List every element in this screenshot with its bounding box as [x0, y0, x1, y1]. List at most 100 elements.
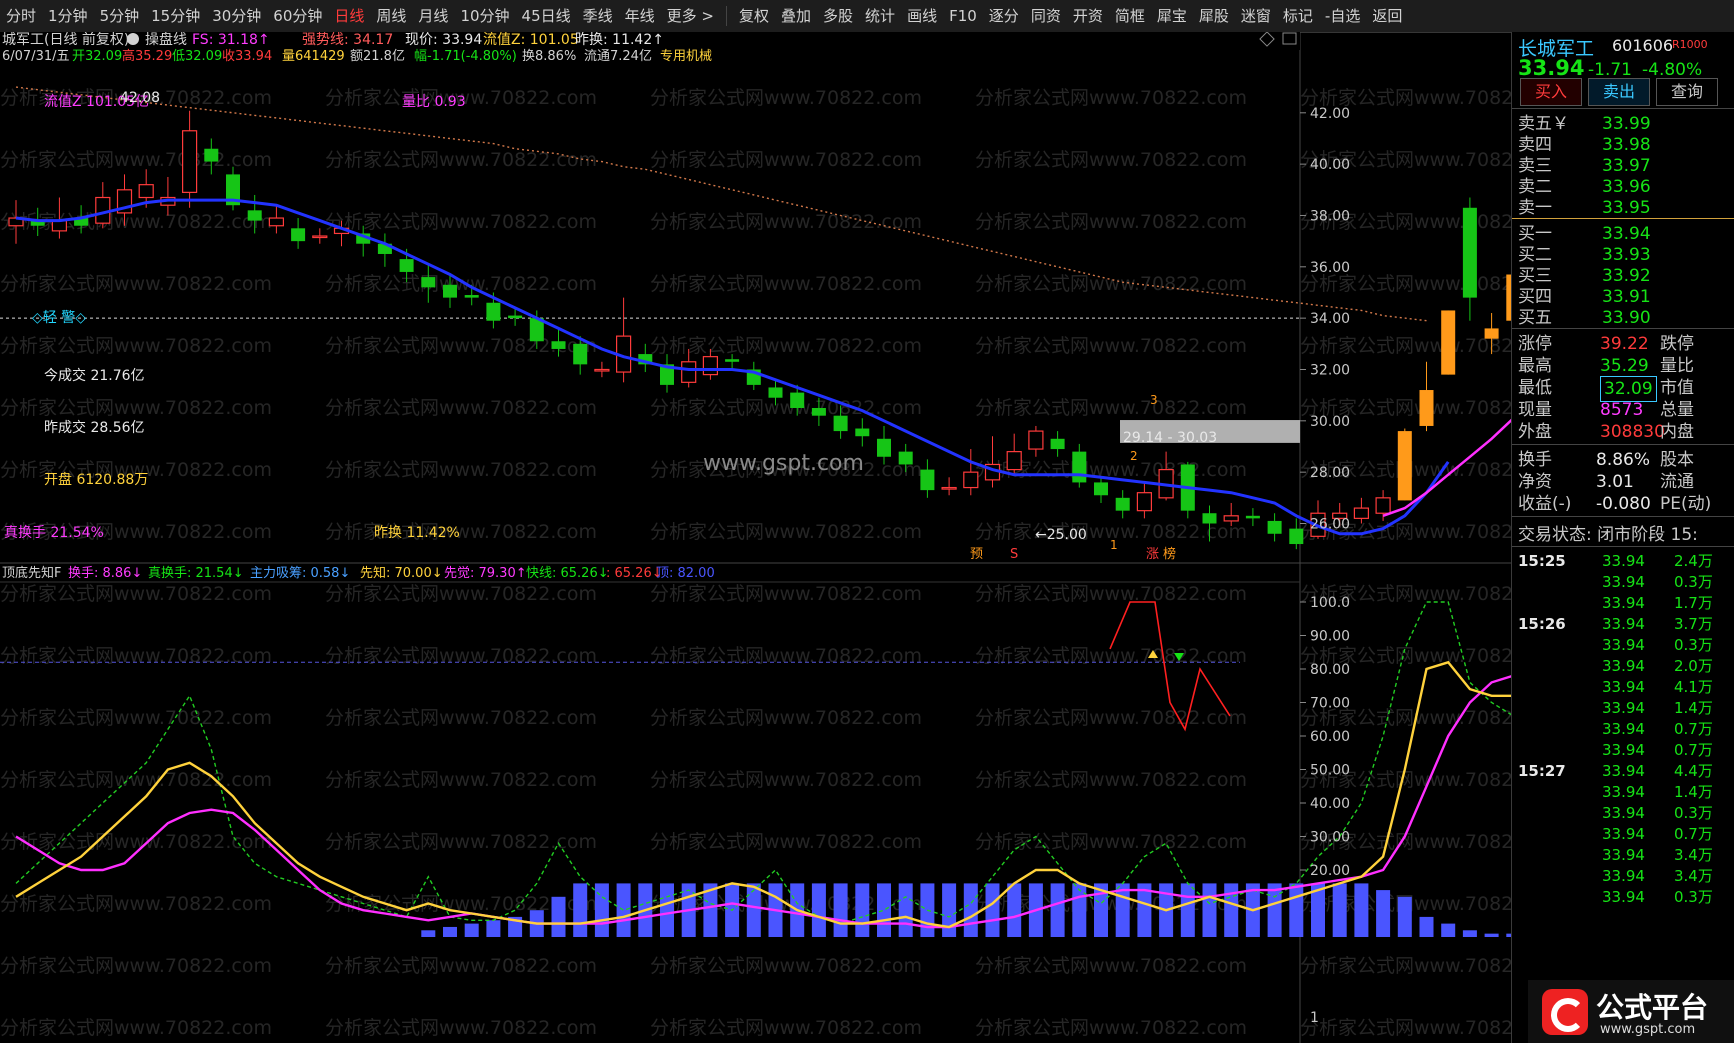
toolbar-item-23[interactable]: 简框 — [1109, 0, 1151, 32]
candle-30 — [660, 354, 674, 393]
candle-34 — [746, 361, 761, 391]
toolbar-item-22[interactable]: 开资 — [1067, 0, 1109, 32]
toolbar-item-21[interactable]: 同资 — [1025, 0, 1067, 32]
sub-header-zhen: 真换手: 21.54↓ — [148, 566, 244, 581]
watermark-text: 分析家公式网www.70822.com — [325, 707, 597, 729]
tick-row-5: 33.94 2.0万 — [1512, 656, 1734, 677]
open-amount-ann: 开盘 6120.88万 — [44, 471, 148, 488]
tick-volume: 2.0万 — [1674, 657, 1713, 675]
toolbar-item-15[interactable]: 叠加 — [775, 0, 817, 32]
sub-bar-62 — [1354, 883, 1369, 937]
toolbar-item-2[interactable]: 5分钟 — [94, 0, 146, 32]
sub-bar-54 — [1180, 883, 1195, 937]
toolbar-item-27[interactable]: 标记 — [1277, 0, 1319, 32]
stat-label: 最高 — [1518, 356, 1552, 376]
main-tick-label: 38.00 — [1310, 208, 1350, 224]
tag-yu: 预 — [970, 547, 983, 562]
toolbar-item-11[interactable]: 季线 — [577, 0, 619, 32]
watermark-text: 分析家公式网www.70822.com — [0, 831, 272, 853]
ohlc-ohlc_low: 低32.09 — [172, 49, 222, 64]
toolbar-item-29[interactable]: 返回 — [1366, 0, 1408, 32]
stat2-value: -0.080 — [1596, 494, 1651, 514]
toolbar-item-4[interactable]: 30分钟 — [206, 0, 267, 32]
candle-27 — [594, 361, 610, 378]
sell-button[interactable]: 卖出 — [1588, 78, 1650, 106]
toolbar-item-14[interactable]: 复权 — [733, 0, 775, 32]
tick-volume: 0.3万 — [1674, 636, 1713, 654]
toolbar-item-3[interactable]: 15分钟 — [145, 0, 206, 32]
toolbar-item-6[interactable]: 日线 — [328, 0, 370, 32]
watermark-text: 分析家公式网www.70822.com — [650, 831, 922, 853]
sub-header-zhuli: 主力吸筹: 0.58↓ — [250, 565, 350, 581]
sub-bar-19 — [421, 930, 436, 937]
toolbar-item-26[interactable]: 迷窗 — [1235, 0, 1277, 32]
toolbar-item-20[interactable]: 逐分 — [983, 0, 1025, 32]
tick-price: 33.94 — [1602, 657, 1645, 675]
toolbar-item-10[interactable]: 45日线 — [516, 0, 577, 32]
fs-label: FS: 31.18↑ — [192, 32, 270, 48]
sub-bar-46 — [1007, 883, 1022, 937]
query-button[interactable]: 查询 — [1656, 78, 1718, 106]
watermark-text: 分析家公式网www.70822.com — [650, 769, 922, 791]
toolbar-item-19[interactable]: F10 — [943, 0, 983, 32]
candle-64 — [1397, 428, 1412, 501]
ohlc-ohlc_high: 高35.29 — [122, 48, 172, 64]
watermark-text: 分析家公式网www.70822.com — [0, 335, 272, 357]
tick-volume: 0.3万 — [1674, 573, 1713, 591]
tick-volume: 4.4万 — [1674, 762, 1713, 780]
indicator-settings-icon[interactable] — [127, 33, 139, 45]
candle-layer — [8, 110, 1511, 550]
toolbar-item-24[interactable]: 犀宝 — [1151, 0, 1193, 32]
stat-label: 最低 — [1518, 378, 1552, 398]
tick-price: 33.94 — [1602, 678, 1645, 696]
stat2-right: PE(动) — [1660, 494, 1712, 514]
toolbar-item-17[interactable]: 统计 — [859, 0, 901, 32]
sub-bar-49 — [1072, 883, 1087, 937]
tick-price: 33.94 — [1602, 720, 1645, 738]
main-tick-label: 28.00 — [1310, 465, 1350, 481]
candle-57 — [1245, 508, 1260, 527]
sub-bar-40 — [877, 883, 891, 937]
sub-bar-59 — [1289, 883, 1304, 937]
sub-bar-68 — [1484, 933, 1499, 937]
sub-bar-56 — [1224, 883, 1239, 937]
tick-price: 33.94 — [1602, 636, 1645, 654]
candle-28 — [615, 297, 632, 383]
logo-text: 公式平台 — [1596, 991, 1709, 1024]
stat-row-4: 外盘 308830 内盘 — [1512, 420, 1734, 444]
toolbar-item-25[interactable]: 犀股 — [1193, 0, 1235, 32]
divider-mid — [1512, 328, 1734, 329]
candle-44 — [963, 449, 979, 496]
tick-row-12: 33.94 0.3万 — [1512, 803, 1734, 824]
toolbar-item-9[interactable]: 10分钟 — [454, 0, 515, 32]
watermark-text: 分析家公式网www.70822.com — [650, 211, 922, 233]
sub-bar-26 — [573, 883, 588, 937]
watermark-text: 分析家公式网www.70822.com — [650, 273, 922, 295]
sub-bar-63 — [1376, 890, 1391, 937]
price-change: -1.71 — [1588, 60, 1632, 80]
candle-0 — [8, 200, 24, 244]
toolbar-item-12[interactable]: 年线 — [619, 0, 661, 32]
toolbar-item-13[interactable]: 更多 > — [661, 0, 720, 32]
watermark-text: 分析家公式网www.70822.com — [650, 645, 922, 667]
toolbar-item-7[interactable]: 周线 — [370, 0, 412, 32]
toolbar-item-5[interactable]: 60分钟 — [267, 0, 328, 32]
toolbar-item-16[interactable]: 多股 — [817, 0, 859, 32]
watermark-text: 分析家公式网www.70822.com — [975, 769, 1247, 791]
toolbar-item-18[interactable]: 画线 — [901, 0, 943, 32]
stat-right: 总量 — [1660, 400, 1694, 420]
alert-ann: ◇轻 警◇ — [32, 310, 86, 326]
buy-button[interactable]: 买入 — [1520, 78, 1582, 106]
watermark-text: 分析家公式网www.70822.com — [975, 955, 1247, 977]
sub-header-huanshou: 换手: 8.86↓ — [68, 566, 142, 581]
toolbar-item-28[interactable]: -自选 — [1319, 0, 1366, 32]
sub-tick-label: 100.0 — [1310, 595, 1350, 611]
stat-right: 市值 — [1660, 378, 1694, 398]
candle-47 — [1028, 425, 1044, 457]
toolbar-item-0[interactable]: 分时 — [0, 0, 42, 32]
watermark-text: 分析家公式网www.70822.com — [975, 707, 1247, 729]
stat-row-1: 最高 35.29 量比 — [1512, 354, 1734, 378]
toolbar-item-8[interactable]: 月线 — [412, 0, 454, 32]
main-tick-label: 36.00 — [1310, 260, 1350, 276]
toolbar-item-1[interactable]: 1分钟 — [42, 0, 94, 32]
